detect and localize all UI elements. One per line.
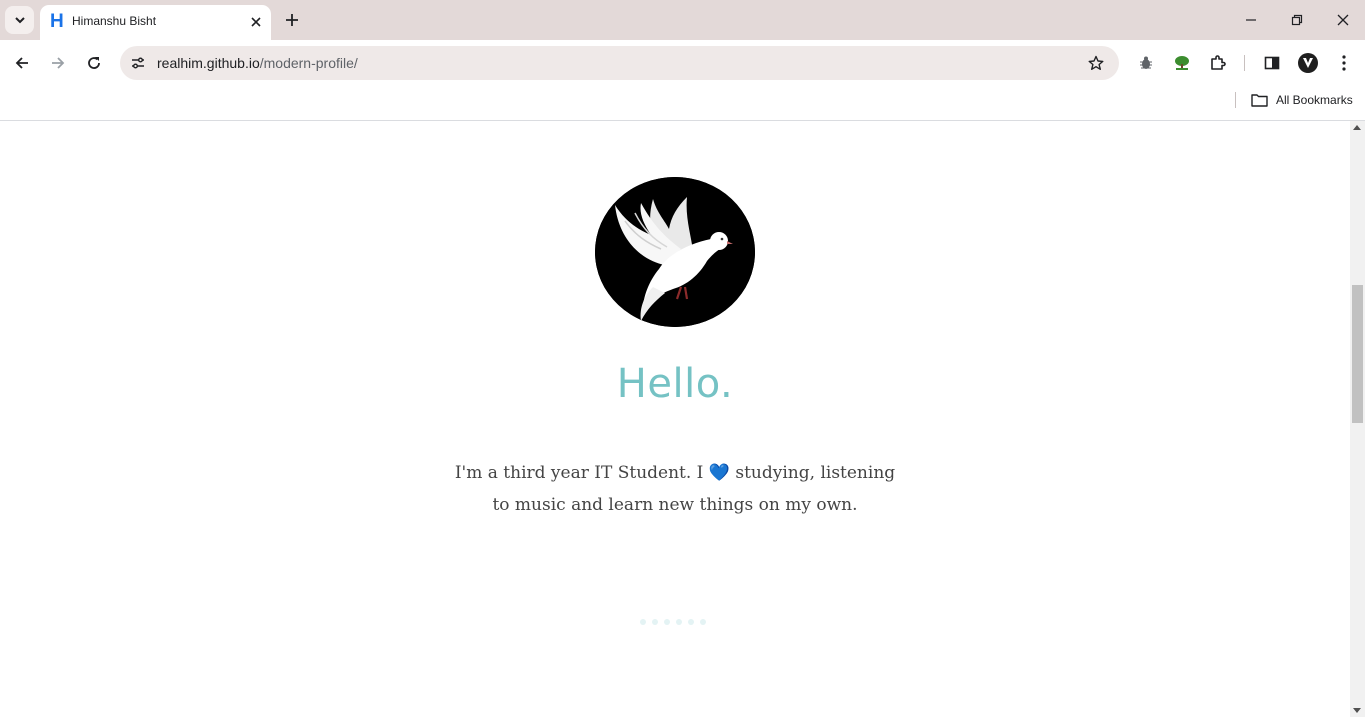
tree-extension-button[interactable] <box>1170 51 1194 75</box>
site-info-button[interactable] <box>128 53 148 73</box>
close-window-button[interactable] <box>1331 8 1355 32</box>
bio-paragraph: I'm a third year IT Student. I 💙 studyin… <box>450 457 900 521</box>
minimize-button[interactable] <box>1239 8 1263 32</box>
bug-extension-button[interactable] <box>1134 51 1158 75</box>
active-tab[interactable]: H Himanshu Bisht <box>40 5 271 40</box>
scroll-down-arrow[interactable] <box>1353 708 1361 713</box>
kebab-menu-icon <box>1342 55 1346 71</box>
folder-icon <box>1251 94 1268 107</box>
side-panel-icon <box>1264 56 1280 70</box>
browser-toolbar: realhim.github.io/modern-profile/ <box>0 40 1365 85</box>
close-icon <box>1337 14 1349 26</box>
back-button[interactable] <box>10 51 34 75</box>
loader-dot <box>676 619 682 625</box>
scrollbar-thumb[interactable] <box>1352 285 1363 423</box>
url-domain: realhim.github.io <box>157 55 260 71</box>
restore-icon <box>1291 14 1303 26</box>
loader-dots <box>640 619 706 625</box>
dove-image <box>595 177 755 327</box>
loader-dot <box>664 619 670 625</box>
url-text: realhim.github.io/modern-profile/ <box>157 55 358 71</box>
all-bookmarks-label: All Bookmarks <box>1276 93 1353 107</box>
loader-dot <box>688 619 694 625</box>
restore-button[interactable] <box>1285 8 1309 32</box>
url-path: /modern-profile/ <box>259 55 358 71</box>
profile-button[interactable] <box>1296 51 1320 75</box>
reload-icon <box>88 57 100 69</box>
tab-favicon: H <box>50 11 64 32</box>
star-icon <box>1088 55 1104 70</box>
arrow-right-icon <box>52 57 65 69</box>
greeting-heading: Hello. <box>616 361 734 407</box>
avatar-icon <box>1298 53 1318 73</box>
arrow-left-icon <box>15 57 28 69</box>
tree-extension-icon <box>1175 56 1189 70</box>
tab-close-button[interactable] <box>246 12 266 32</box>
all-bookmarks-button[interactable]: All Bookmarks <box>1251 90 1353 110</box>
close-icon <box>251 17 261 27</box>
toolbar-divider <box>1244 55 1245 71</box>
tab-search-button[interactable] <box>5 6 34 34</box>
page-content: Hello. I'm a third year IT Student. I 💙 … <box>0 121 1350 717</box>
bookmark-star-button[interactable] <box>1085 52 1107 74</box>
plus-icon <box>286 14 298 26</box>
profile-avatar <box>595 177 755 327</box>
bookmarks-divider <box>1235 92 1236 108</box>
loader-dot <box>652 619 658 625</box>
chevron-down-icon <box>14 17 25 24</box>
loader-dot <box>640 619 646 625</box>
tune-icon <box>132 57 144 69</box>
tab-title: Himanshu Bisht <box>72 14 157 28</box>
forward-button[interactable] <box>46 51 70 75</box>
page-scrollbar[interactable] <box>1350 121 1365 717</box>
minimize-icon <box>1246 19 1256 21</box>
menu-button[interactable] <box>1332 51 1356 75</box>
bookmarks-bar: All Bookmarks <box>0 85 1365 121</box>
bio-text-start: I'm a third year IT Student. I <box>454 463 709 483</box>
reload-button[interactable] <box>82 51 106 75</box>
scroll-up-arrow[interactable] <box>1353 125 1361 130</box>
tab-strip: H Himanshu Bisht <box>0 0 1365 40</box>
puzzle-icon <box>1211 55 1226 70</box>
bug-extension-icon <box>1140 56 1152 69</box>
blue-heart-icon: 💙 <box>708 463 730 483</box>
address-bar[interactable]: realhim.github.io/modern-profile/ <box>120 46 1119 80</box>
loader-dot <box>700 619 706 625</box>
new-tab-button[interactable] <box>281 9 303 31</box>
extensions-button[interactable] <box>1206 51 1230 75</box>
side-panel-button[interactable] <box>1260 51 1284 75</box>
